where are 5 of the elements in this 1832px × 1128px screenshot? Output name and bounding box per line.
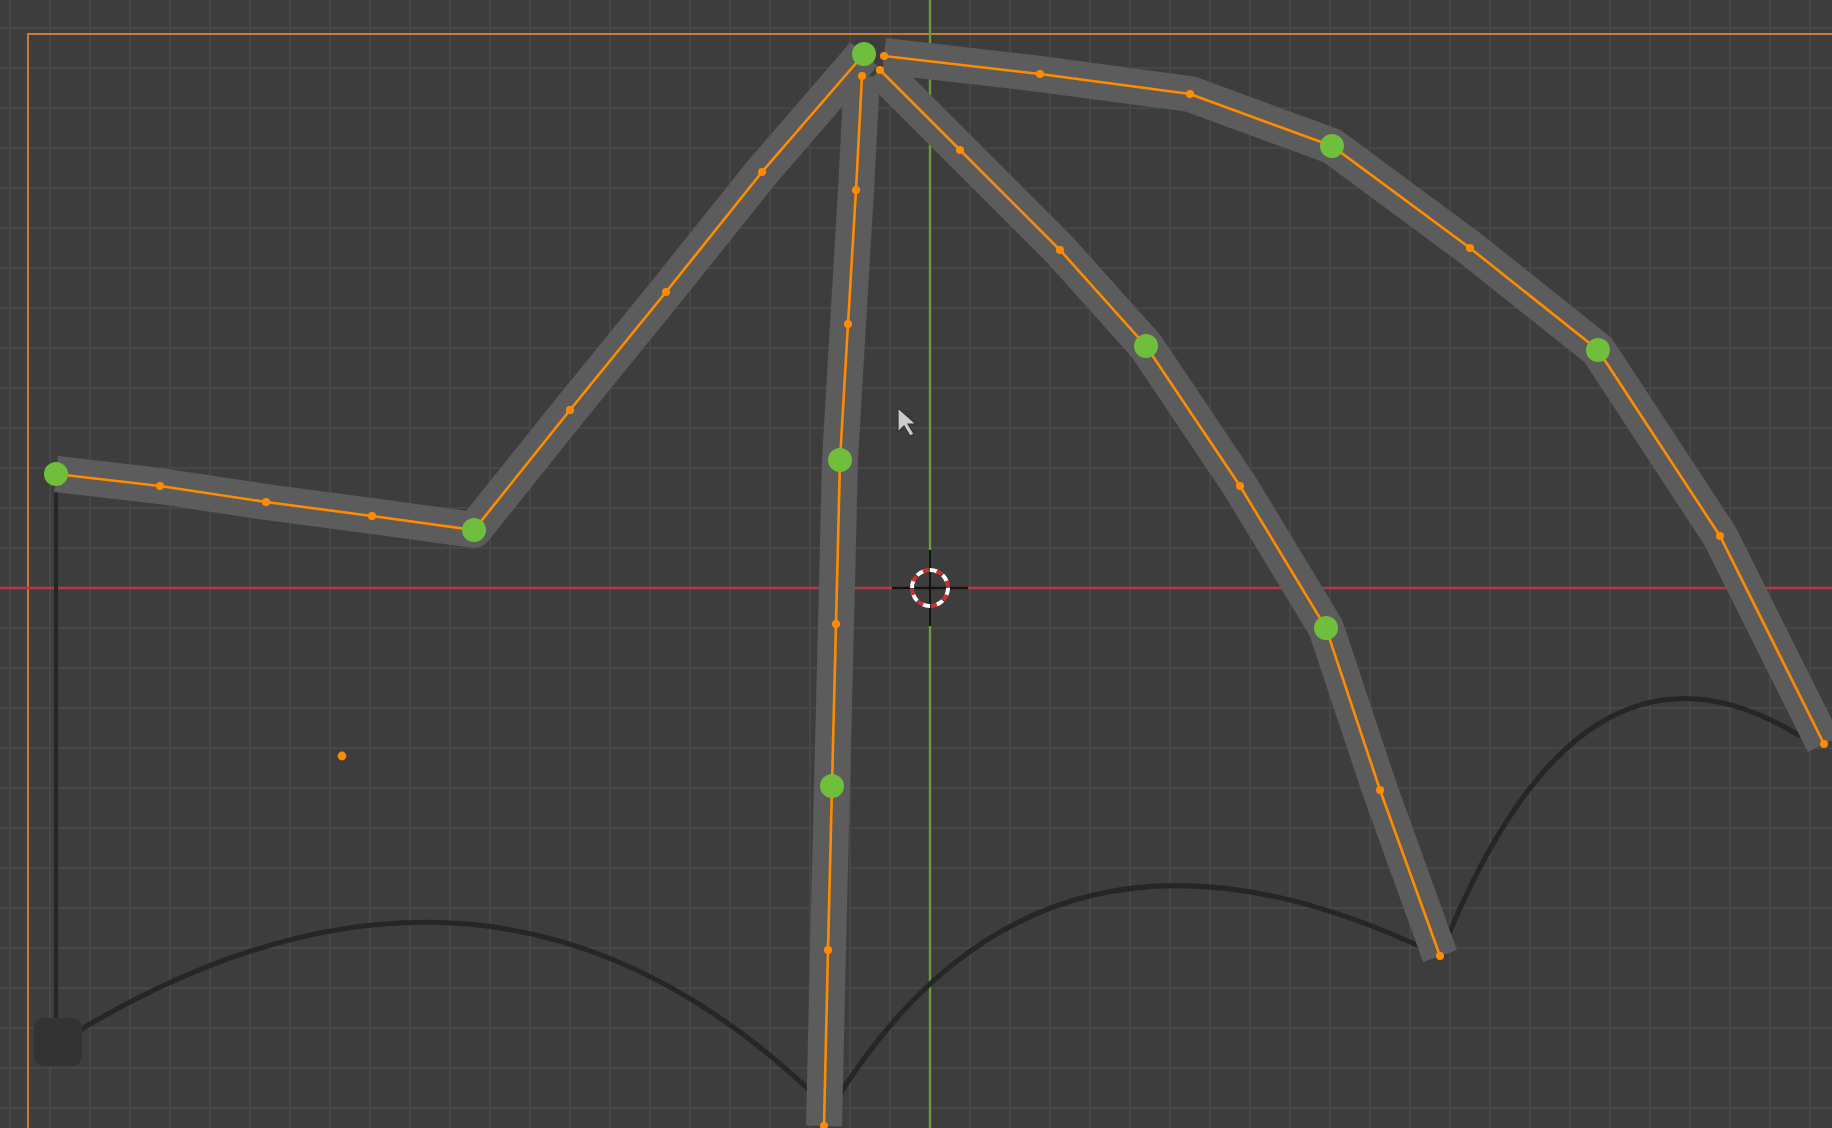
stroke[interactable] [820,72,866,1128]
vertex-dot [337,751,347,761]
bone-handle [34,1018,82,1066]
mouse-pointer-icon [897,406,918,437]
cursor-3d-icon[interactable] [892,550,968,626]
